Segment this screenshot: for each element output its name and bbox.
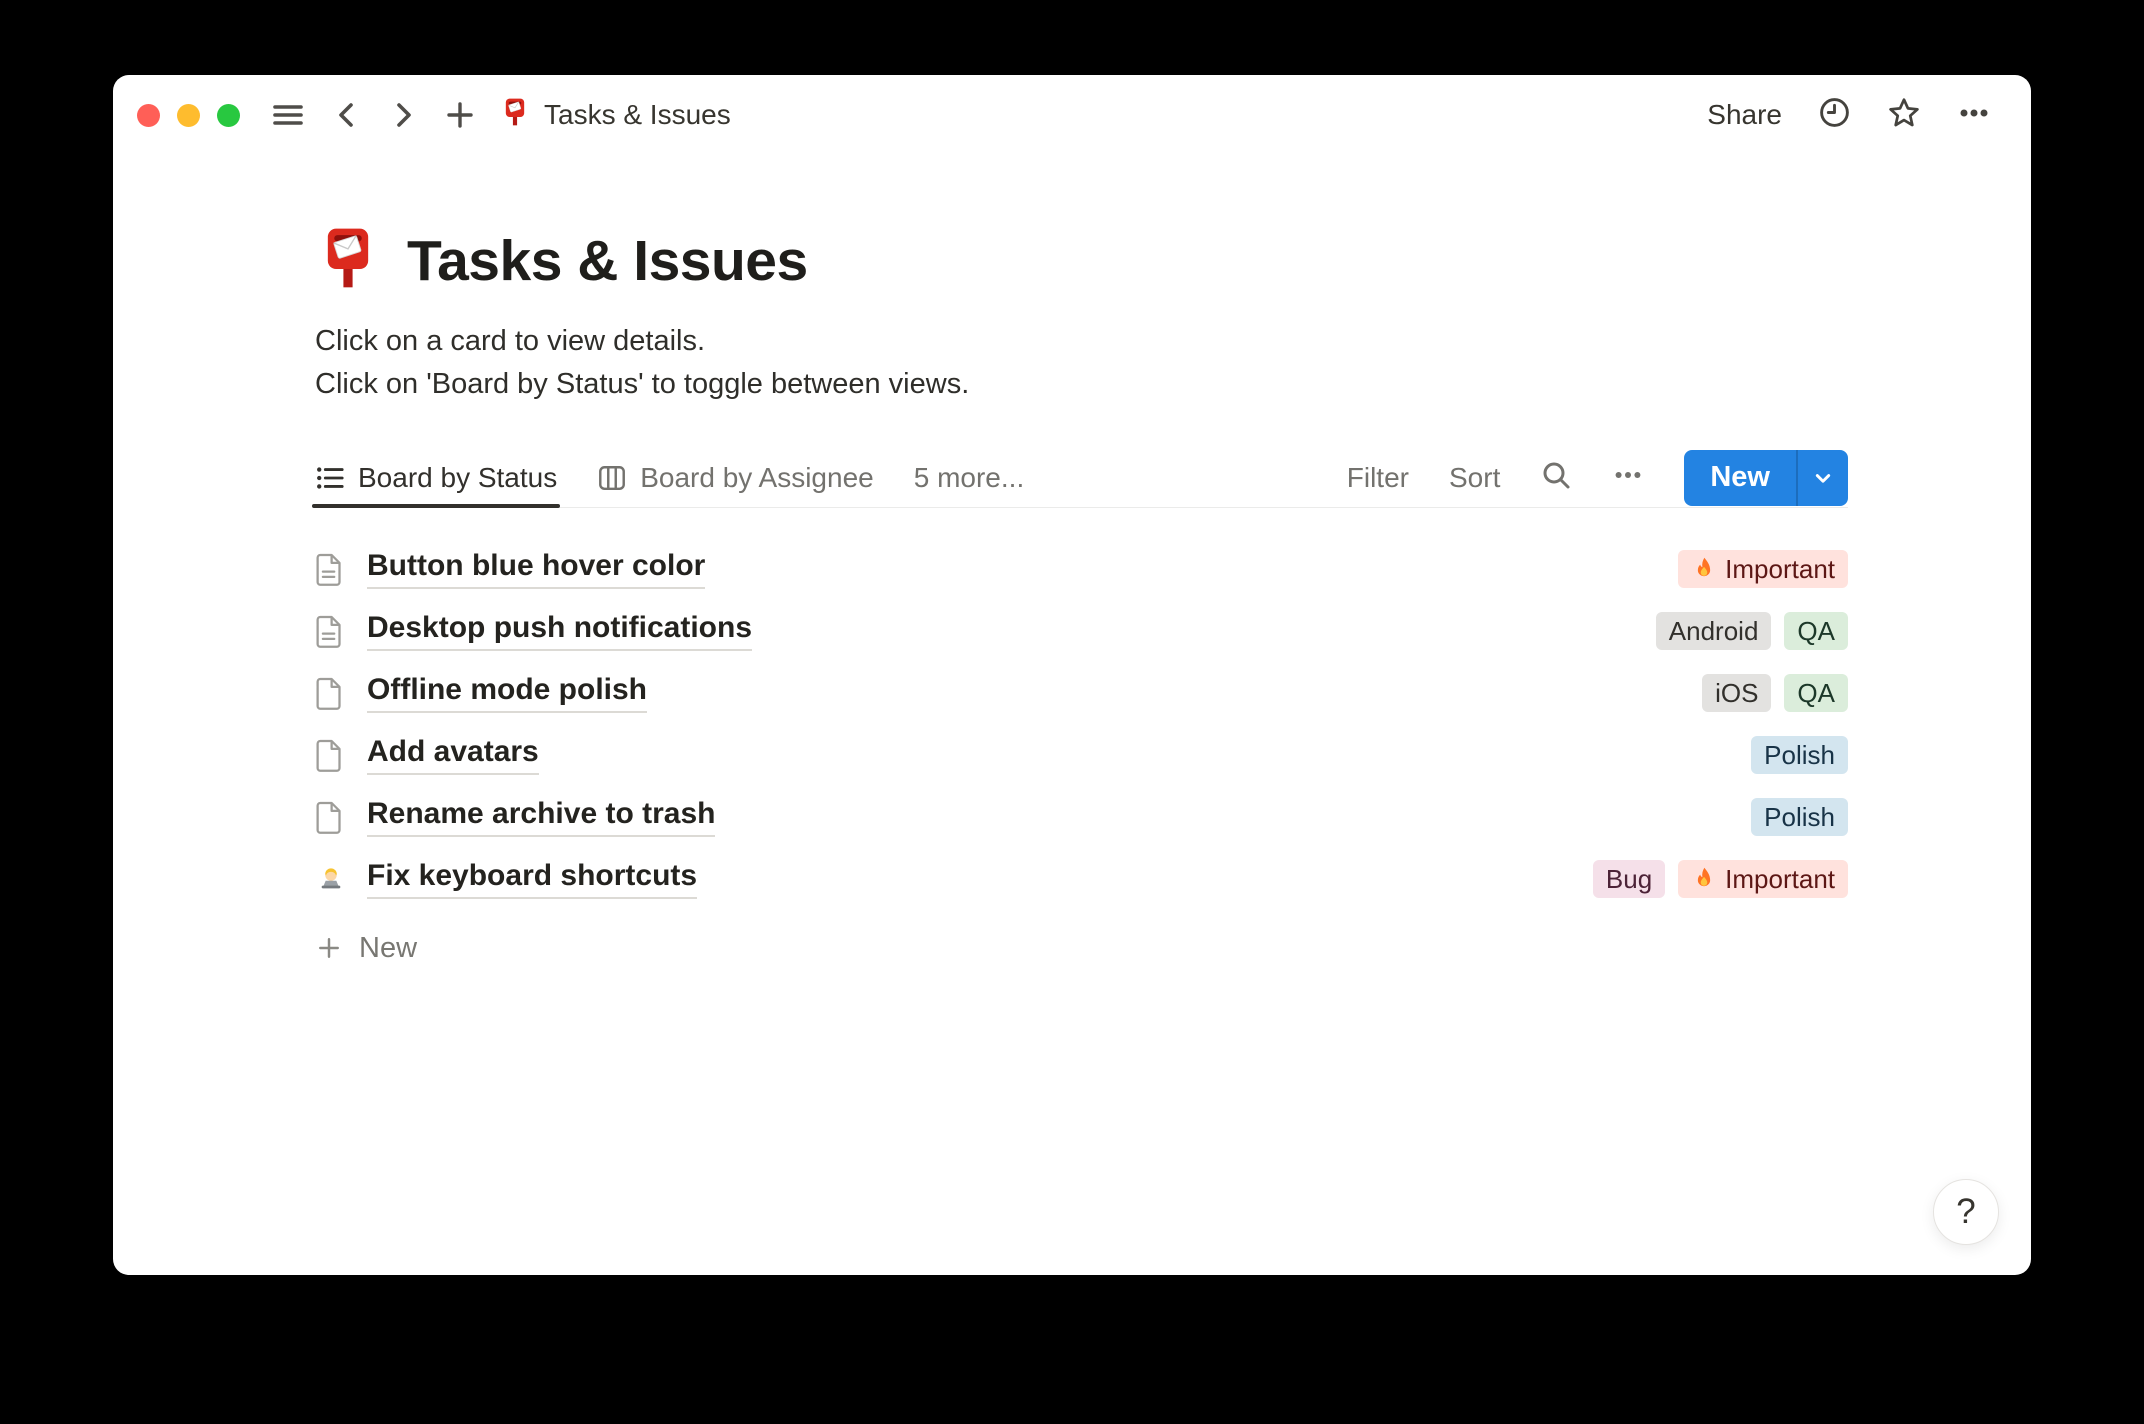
task-tags: Polish [1751, 798, 1848, 836]
tag-bug: Bug [1592, 860, 1666, 898]
postbox-icon [500, 97, 530, 134]
tag-label: Polish [1764, 801, 1835, 832]
task-tags: Bug Important [1592, 860, 1848, 898]
task-list: Button blue hover color Important Desktop … [315, 538, 1848, 910]
tag-label: Bug [1605, 863, 1653, 894]
view-tab-label: Board by Status [358, 461, 558, 493]
new-button[interactable]: New [1684, 450, 1796, 506]
task-title-link[interactable]: Desktop push notifications [367, 611, 753, 652]
breadcrumb[interactable]: Tasks & Issues [500, 97, 731, 134]
task-row[interactable]: Fix keyboard shortcuts Bug Important [315, 848, 1848, 910]
fire-icon [1691, 556, 1717, 582]
new-tab-icon[interactable] [444, 99, 476, 131]
task-title-link[interactable]: Button blue hover color [367, 549, 706, 590]
tag-qa: QA [1784, 612, 1848, 650]
breadcrumb-title: Tasks & Issues [544, 99, 731, 130]
task-row[interactable]: Desktop push notifications Android QA [315, 600, 1848, 662]
back-icon[interactable] [332, 99, 362, 131]
add-new-row-label: New [359, 931, 418, 964]
task-row[interactable]: Button blue hover color Important [315, 538, 1848, 600]
tag-label: QA [1797, 615, 1835, 646]
task-tags: iOS QA [1702, 674, 1848, 712]
list-view-icon [315, 463, 345, 493]
task-row[interactable]: Add avatars Polish [315, 724, 1848, 786]
traffic-lights [137, 103, 240, 127]
task-tags: Important [1678, 550, 1848, 588]
view-bar: Board by Status Board by Assignee 5 more.… [311, 448, 1848, 508]
tag-polish: Polish [1751, 798, 1848, 836]
page-text-icon [315, 552, 347, 586]
notion-window: Tasks & Issues Share Tasks & Issues Clic… [113, 75, 2031, 1275]
description-line: Click on 'Board by Status' to toggle bet… [315, 368, 970, 400]
task-title-link[interactable]: Offline mode polish [367, 673, 648, 714]
page-description: Click on a card to view details. Click o… [315, 320, 1848, 406]
minimize-window-button[interactable] [177, 103, 200, 127]
description-line: Click on a card to view details. [315, 325, 706, 357]
view-tab-board-by-assignee[interactable]: Board by Assignee [597, 448, 874, 507]
new-button-group: New [1684, 449, 1848, 506]
tag-label: Important [1725, 553, 1835, 584]
page-blank-icon [315, 676, 347, 710]
tag-label: Polish [1764, 739, 1835, 770]
tag-qa: QA [1784, 674, 1848, 712]
history-clock-icon[interactable] [1818, 96, 1851, 134]
task-row[interactable]: Offline mode polish iOS QA [315, 662, 1848, 724]
forward-icon[interactable] [388, 99, 418, 131]
tag-important: Important [1678, 860, 1848, 898]
more-views-link[interactable]: 5 more... [914, 462, 1024, 494]
tag-label: QA [1797, 677, 1835, 708]
favorite-star-icon[interactable] [1887, 96, 1921, 135]
tag-important: Important [1678, 550, 1848, 588]
tag-polish: Polish [1751, 736, 1848, 774]
technologist-emoji [315, 863, 347, 895]
board-view-icon [597, 463, 627, 493]
tag-label: Android [1668, 615, 1759, 646]
postbox-icon[interactable] [315, 225, 381, 296]
fire-icon [1691, 866, 1717, 892]
task-title-link[interactable]: Fix keyboard shortcuts [367, 859, 698, 900]
sort-button[interactable]: Sort [1449, 462, 1500, 494]
desktop-backdrop: { "colors": { "accent_blue": "#2383e2", … [0, 0, 2144, 1424]
page-blank-icon [315, 738, 347, 772]
help-button-label: ? [1956, 1192, 1976, 1231]
new-button-dropdown[interactable] [1798, 450, 1848, 506]
close-window-button[interactable] [137, 103, 160, 127]
task-tags: Polish [1751, 736, 1848, 774]
add-new-row-button[interactable]: New [315, 922, 1848, 974]
tag-label: Important [1725, 863, 1835, 894]
view-tab-board-by-status[interactable]: Board by Status [311, 448, 561, 508]
share-button[interactable]: Share [1707, 99, 1782, 131]
search-icon[interactable] [1540, 459, 1572, 496]
tag-ios: iOS [1702, 674, 1772, 712]
view-options-icon[interactable] [1612, 459, 1644, 496]
view-tabs: Board by Status Board by Assignee [311, 448, 914, 508]
tag-android: Android [1655, 612, 1772, 650]
help-button[interactable]: ? [1933, 1179, 1999, 1245]
filter-button[interactable]: Filter [1347, 462, 1409, 494]
tag-label: iOS [1715, 677, 1759, 708]
page-text-icon [315, 614, 347, 648]
task-title-link[interactable]: Rename archive to trash [367, 797, 716, 838]
page-title: Tasks & Issues [407, 228, 808, 293]
task-row[interactable]: Rename archive to trash Polish [315, 786, 1848, 848]
task-title-link[interactable]: Add avatars [367, 735, 539, 776]
view-tab-label: Board by Assignee [640, 461, 874, 493]
sidebar-menu-icon[interactable] [270, 99, 306, 131]
more-options-icon[interactable] [1957, 97, 1991, 134]
zoom-window-button[interactable] [217, 103, 240, 127]
window-titlebar: Tasks & Issues Share [113, 75, 2031, 155]
plus-icon [319, 938, 339, 958]
task-tags: Android QA [1655, 612, 1848, 650]
page-blank-icon [315, 800, 347, 834]
